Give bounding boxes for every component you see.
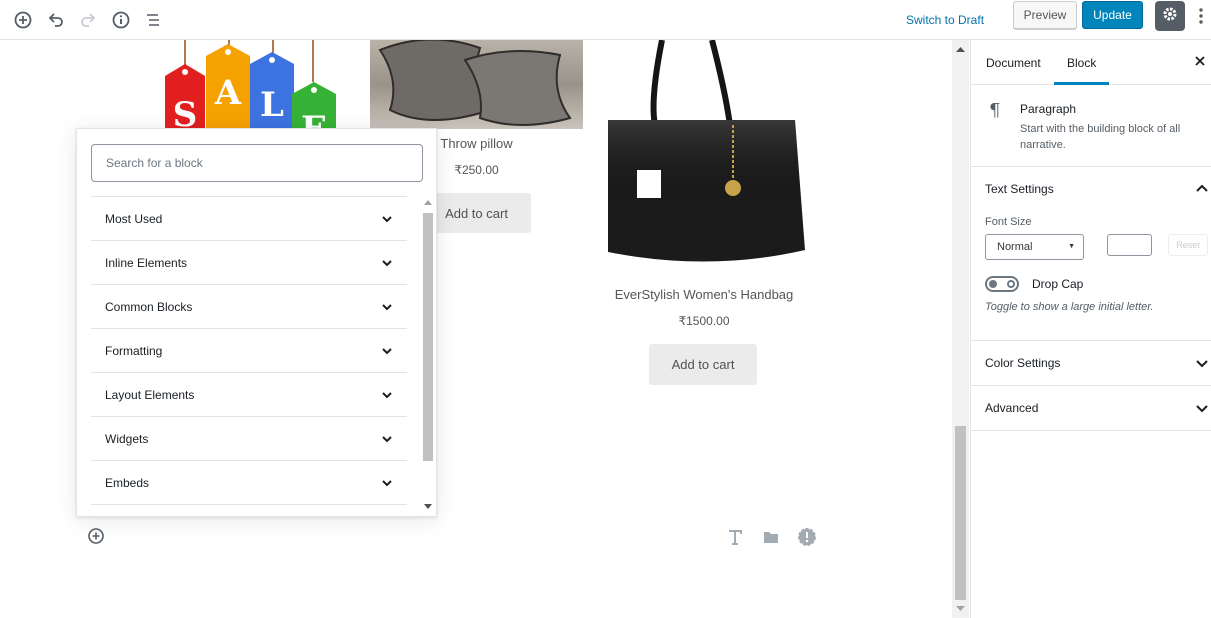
info-icon[interactable]	[106, 5, 136, 35]
panel-widgets[interactable]: Widgets	[91, 417, 407, 461]
text-icon[interactable]	[725, 527, 745, 547]
sale-product-image: S A L E	[160, 40, 340, 149]
drop-cap-help-text: Toggle to show a large initial letter.	[985, 301, 1154, 313]
chevron-up-icon	[1196, 184, 1208, 192]
advanced-panel: Advanced	[971, 386, 1211, 431]
chevron-down-icon	[382, 303, 392, 310]
panel-title: Advanced	[985, 401, 1039, 415]
panel-label: Common Blocks	[105, 299, 193, 314]
throw-pillow-image	[370, 40, 583, 129]
block-inserter-popover: Search for a block Most Used Inline Elem…	[76, 128, 437, 517]
more-menu-icon[interactable]	[1192, 4, 1210, 28]
panel-label: Embeds	[105, 475, 150, 490]
text-settings-panel: Text Settings Font Size Normal ▼ Reset D…	[971, 167, 1211, 341]
update-button[interactable]: Update	[1082, 1, 1143, 29]
panel-common-blocks[interactable]: Common Blocks	[91, 285, 407, 329]
font-size-reset-button[interactable]: Reset	[1168, 234, 1208, 256]
sale-letter-a: A	[214, 73, 242, 113]
panel-layout-elements[interactable]: Layout Elements	[91, 373, 407, 417]
sale-letter-e: E	[301, 109, 327, 130]
tab-block[interactable]: Block	[1054, 40, 1110, 85]
top-toolbar: Switch to Draft Preview Update	[0, 0, 1211, 40]
badge-icon[interactable]	[797, 527, 817, 547]
advanced-toggle[interactable]: Advanced	[971, 386, 1211, 430]
drop-cap-toggle[interactable]	[985, 276, 1019, 292]
panel-embeds[interactable]: Embeds	[91, 461, 407, 505]
panel-label: Inline Elements	[105, 255, 188, 270]
panel-most-used[interactable]: Most Used	[91, 197, 407, 241]
panel-title: Color Settings	[985, 356, 1061, 370]
tab-document[interactable]: Document	[986, 40, 1041, 85]
chevron-down-icon	[382, 479, 392, 486]
redo-icon[interactable]	[73, 5, 103, 35]
font-size-label: Font Size	[985, 216, 1032, 228]
custom-font-size-input[interactable]	[1107, 234, 1152, 256]
editor-scrollbar[interactable]	[952, 40, 969, 618]
settings-button[interactable]	[1155, 1, 1185, 31]
folder-icon[interactable]	[761, 527, 781, 547]
text-settings-toggle[interactable]: Text Settings	[971, 167, 1211, 211]
handbag-image	[600, 40, 810, 268]
sidebar-tabs: Document Block	[971, 40, 1211, 85]
panel-label: Layout Elements	[105, 387, 195, 402]
dropdown-arrow-icon: ▼	[1068, 243, 1075, 250]
preview-button[interactable]: Preview	[1013, 1, 1077, 29]
inserter-scrollbar-thumb[interactable]	[423, 213, 433, 461]
settings-sidebar: Document Block ¶ Paragraph Start with th…	[970, 40, 1211, 618]
sale-letter-s: S	[173, 95, 198, 130]
toggle-off-indicator	[1007, 280, 1015, 288]
product-name-handbag[interactable]: EverStylish Women's Handbag	[600, 287, 808, 302]
font-size-value: Normal	[997, 241, 1033, 253]
scroll-up-arrow-icon[interactable]	[956, 46, 965, 52]
chevron-down-icon	[382, 435, 392, 442]
panel-formatting[interactable]: Formatting	[91, 329, 407, 373]
block-navigation-icon[interactable]	[138, 5, 168, 35]
panel-inline-elements[interactable]: Inline Elements	[91, 241, 407, 285]
chevron-down-icon	[382, 347, 392, 354]
color-settings-panel: Color Settings	[971, 341, 1211, 386]
text-settings-body: Font Size Normal ▼ Reset Drop Cap Toggle…	[971, 211, 1211, 340]
chevron-down-icon	[382, 259, 392, 266]
drop-cap-label: Drop Cap	[1032, 277, 1084, 291]
chevron-down-icon	[1196, 405, 1208, 413]
editor-scrollbar-thumb[interactable]	[955, 426, 966, 600]
scroll-up-arrow-icon[interactable]	[424, 199, 432, 205]
switch-to-draft-link[interactable]: Switch to Draft	[906, 9, 984, 31]
gear-icon	[1161, 5, 1179, 28]
panel-label: Widgets	[105, 431, 149, 446]
panel-title: Text Settings	[985, 182, 1054, 196]
inserter-scrollbar[interactable]	[422, 196, 434, 514]
product-price-handbag: ₹1500.00	[678, 314, 730, 328]
font-size-select[interactable]: Normal ▼	[985, 234, 1084, 260]
block-card: ¶ Paragraph Start with the building bloc…	[971, 85, 1211, 167]
toggle-knob	[989, 280, 997, 288]
chevron-down-icon	[382, 391, 392, 398]
sale-letter-l: L	[260, 85, 284, 125]
scroll-down-arrow-icon[interactable]	[424, 504, 432, 510]
block-search-input[interactable]: Search for a block	[91, 144, 423, 182]
panel-label: Formatting	[105, 343, 163, 358]
add-block-button[interactable]	[87, 527, 105, 545]
scroll-down-arrow-icon[interactable]	[956, 606, 965, 612]
inserter-panel-list: Most Used Inline Elements Common Blocks …	[91, 196, 407, 505]
close-icon[interactable]	[1193, 54, 1207, 68]
add-block-icon[interactable]	[8, 5, 38, 35]
panel-label: Most Used	[105, 211, 163, 226]
color-settings-toggle[interactable]: Color Settings	[971, 341, 1211, 385]
add-to-cart-button-throw-pillow[interactable]: Add to cart	[422, 193, 531, 233]
chevron-down-icon	[382, 215, 392, 222]
block-title: Paragraph	[1020, 102, 1077, 116]
paragraph-icon: ¶	[989, 100, 1001, 121]
add-to-cart-button-handbag[interactable]: Add to cart	[649, 344, 757, 385]
undo-icon[interactable]	[41, 5, 71, 35]
block-description: Start with the building block of all nar…	[1020, 123, 1181, 151]
chevron-down-icon	[1196, 360, 1208, 368]
